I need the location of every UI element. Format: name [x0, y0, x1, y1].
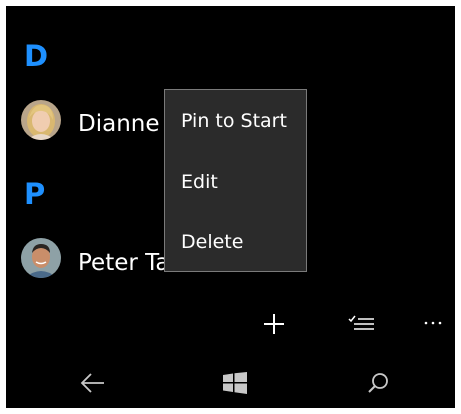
contact-name: Dianne: [78, 111, 160, 137]
add-icon[interactable]: [262, 312, 286, 336]
context-menu: Pin to Start Edit Delete: [164, 89, 307, 272]
search-icon[interactable]: [367, 372, 389, 394]
male-avatar-icon: [21, 238, 61, 278]
menu-item-edit[interactable]: Edit: [181, 173, 218, 192]
contact-name: Peter Ta: [78, 250, 170, 276]
menu-item-delete[interactable]: Delete: [181, 233, 243, 252]
contacts-screen: D Dianne P Peter Ta Pin to Start Edit De…: [6, 6, 455, 408]
back-arrow-icon[interactable]: [80, 372, 106, 394]
windows-start-icon[interactable]: [223, 372, 247, 394]
group-header-p[interactable]: P: [24, 180, 45, 209]
female-avatar-icon: [21, 100, 61, 140]
select-list-icon[interactable]: [348, 315, 376, 333]
group-header-d[interactable]: D: [24, 42, 48, 71]
more-icon[interactable]: [424, 320, 442, 326]
menu-item-pin-to-start[interactable]: Pin to Start: [181, 112, 287, 131]
